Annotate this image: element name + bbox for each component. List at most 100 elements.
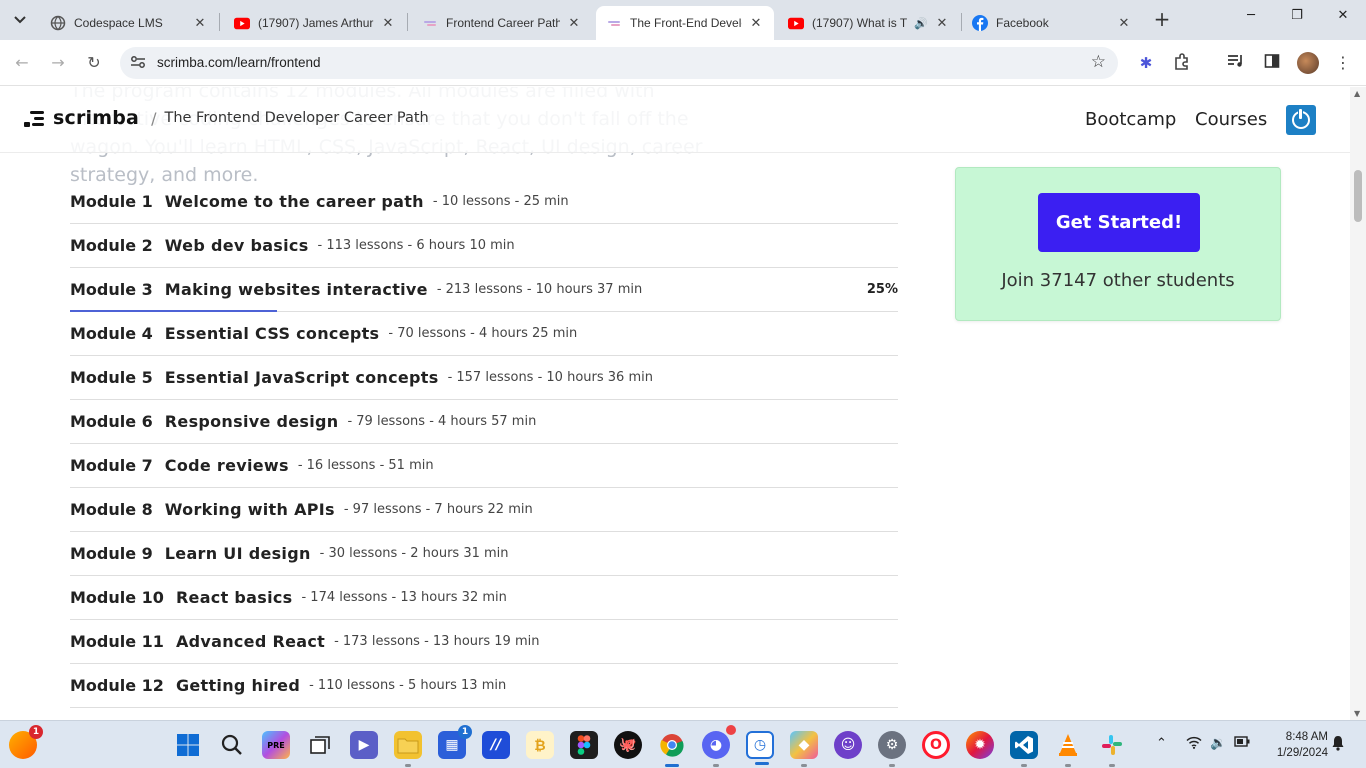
restore-icon[interactable]: ❐: [1274, 8, 1320, 23]
firefox-icon[interactable]: ✹: [966, 731, 994, 759]
nav-courses-link[interactable]: Courses: [1195, 109, 1267, 130]
editor-app-icon[interactable]: //: [482, 731, 510, 759]
module-title[interactable]: Essential JavaScript concepts: [165, 368, 439, 387]
module-title[interactable]: React basics: [176, 588, 293, 607]
opera-icon[interactable]: O: [922, 731, 950, 759]
widgets-icon[interactable]: 1: [9, 725, 43, 759]
windows-start-icon[interactable]: [174, 731, 202, 759]
teams-meet-icon[interactable]: ▶: [350, 731, 378, 759]
power-icon[interactable]: [1286, 105, 1316, 135]
figma-icon[interactable]: [570, 731, 598, 759]
forward-arrow-icon[interactable]: →: [47, 52, 69, 74]
window-close-icon[interactable]: ✕: [1320, 8, 1366, 23]
module-row[interactable]: Module 12 Getting hired - 110 lessons - …: [70, 664, 898, 708]
battery-icon[interactable]: [1234, 736, 1250, 751]
tab-close-icon[interactable]: ✕: [192, 15, 208, 31]
breadcrumb[interactable]: The Frontend Developer Career Path: [164, 110, 428, 126]
bookmark-star-icon[interactable]: ☆: [1091, 52, 1106, 72]
extensions-puzzle-icon[interactable]: [1172, 53, 1192, 73]
taskbar-clock[interactable]: 8:48 AM 1/29/2024: [1262, 729, 1328, 761]
module-row[interactable]: Module 2 Web dev basics - 113 lessons - …: [70, 224, 898, 268]
module-row[interactable]: Module 10 React basics - 174 lessons - 1…: [70, 576, 898, 620]
module-row[interactable]: Module 4 Essential CSS concepts - 70 les…: [70, 312, 898, 356]
search-icon[interactable]: [218, 731, 246, 759]
brand-name[interactable]: scrimba: [53, 107, 139, 129]
tab-close-icon[interactable]: ✕: [566, 15, 582, 31]
github-desktop-icon[interactable]: ☺: [834, 731, 862, 759]
github-icon[interactable]: 🐙: [614, 731, 642, 759]
module-title[interactable]: Working with APIs: [165, 500, 335, 519]
module-row[interactable]: Module 1 Welcome to the career path - 10…: [70, 180, 898, 224]
module-title[interactable]: Advanced React: [176, 632, 325, 651]
tab-search-chevron-icon[interactable]: [8, 8, 32, 32]
module-title[interactable]: Making websites interactive: [165, 280, 428, 299]
nav-bootcamp-link[interactable]: Bootcamp: [1085, 109, 1176, 130]
task-view-icon[interactable]: [306, 731, 334, 759]
tab-separator: [407, 13, 408, 31]
module-title[interactable]: Essential CSS concepts: [165, 324, 380, 343]
module-row[interactable]: Module 11 Advanced React - 173 lessons -…: [70, 620, 898, 664]
module-title[interactable]: Web dev basics: [165, 236, 309, 255]
extension-snowflake-icon[interactable]: ✱: [1136, 53, 1156, 73]
vscode-icon[interactable]: [1010, 731, 1038, 767]
vlc-icon[interactable]: [1054, 731, 1082, 767]
scrollbar-thumb[interactable]: [1354, 170, 1362, 222]
module-row[interactable]: Module 6 Responsive design - 79 lessons …: [70, 400, 898, 444]
side-panel-icon[interactable]: [1262, 53, 1282, 73]
browser-tab[interactable]: Codespace LMS ✕: [40, 6, 218, 40]
reload-icon[interactable]: ↻: [83, 52, 105, 74]
module-row[interactable]: Module 9 Learn UI design - 30 lessons - …: [70, 532, 898, 576]
module-title[interactable]: Getting hired: [176, 676, 300, 695]
site-settings-icon[interactable]: [130, 55, 146, 72]
media-controls-icon[interactable]: [1226, 53, 1246, 73]
discord-icon[interactable]: ◕: [702, 725, 736, 767]
chrome-icon[interactable]: [658, 731, 686, 767]
microsoft-store-icon[interactable]: ▦ 1: [438, 725, 472, 759]
snipping-tool-icon[interactable]: ◷: [746, 731, 774, 765]
tab-close-icon[interactable]: ✕: [934, 15, 950, 31]
get-started-button[interactable]: Get Started!: [1038, 193, 1200, 252]
browser-tab[interactable]: Frontend Career Path ✕: [412, 6, 592, 40]
module-row[interactable]: Module 5 Essential JavaScript concepts -…: [70, 356, 898, 400]
bitcoin-wallet-icon[interactable]: ₿: [526, 731, 554, 759]
settings-gear-icon[interactable]: ⚙: [878, 731, 906, 767]
tab-close-icon[interactable]: ✕: [380, 15, 396, 31]
module-number: Module 11: [70, 632, 164, 651]
module-row[interactable]: Module 8 Working with APIs - 97 lessons …: [70, 488, 898, 532]
browser-tab[interactable]: (17907) What is T 🔊 ✕: [778, 6, 960, 40]
browser-tab-active[interactable]: The Front-End Develo ✕: [596, 6, 774, 40]
minimize-icon[interactable]: ─: [1228, 8, 1274, 23]
tab-close-icon[interactable]: ✕: [748, 15, 764, 31]
module-meta: - 79 lessons - 4 hours 57 min: [347, 414, 537, 429]
copilot-icon[interactable]: PRE: [262, 731, 290, 759]
module-row[interactable]: Module 3 Making websites interactive - 2…: [70, 268, 898, 312]
back-arrow-icon[interactable]: ←: [11, 52, 33, 74]
file-explorer-icon[interactable]: [394, 731, 422, 767]
tab-close-icon[interactable]: ✕: [1116, 15, 1132, 31]
module-title[interactable]: Responsive design: [165, 412, 339, 431]
profile-avatar[interactable]: [1297, 52, 1319, 74]
url-text[interactable]: scrimba.com/learn/frontend: [157, 55, 321, 70]
browser-tab[interactable]: Facebook ✕: [962, 6, 1142, 40]
tray-chevron-up-icon[interactable]: ⌃: [1156, 736, 1167, 751]
speaker-icon[interactable]: 🔊: [914, 17, 928, 30]
volume-icon[interactable]: 🔉: [1210, 736, 1226, 751]
module-title[interactable]: Code reviews: [165, 456, 289, 475]
wifi-icon[interactable]: [1186, 736, 1202, 753]
page-scrollbar[interactable]: ▲ ▼: [1350, 87, 1366, 720]
site-header: scrimba / The Frontend Developer Career …: [0, 87, 1350, 153]
scrimba-logo-icon[interactable]: [24, 108, 46, 128]
browser-tab[interactable]: (17907) James Arthur ✕: [224, 6, 406, 40]
slack-icon[interactable]: [1098, 731, 1126, 767]
browser-menu-kebab-icon[interactable]: ⋮: [1333, 53, 1353, 73]
module-title[interactable]: Learn UI design: [165, 544, 311, 563]
new-tab-plus-icon[interactable]: +: [1150, 8, 1174, 32]
module-row[interactable]: Module 7 Code reviews - 16 lessons - 51 …: [70, 444, 898, 488]
gitkraken-icon[interactable]: ◆: [790, 731, 818, 767]
notification-bell-icon[interactable]: [1331, 735, 1345, 755]
scroll-down-arrow-icon[interactable]: ▼: [1354, 709, 1360, 718]
module-title[interactable]: Welcome to the career path: [165, 192, 424, 211]
scroll-up-arrow-icon[interactable]: ▲: [1354, 89, 1360, 98]
address-bar[interactable]: scrimba.com/learn/frontend ☆: [120, 47, 1118, 79]
browser-toolbar: ← → ↻ scrimba.com/learn/frontend ☆ ✱ ⋮: [0, 40, 1366, 86]
